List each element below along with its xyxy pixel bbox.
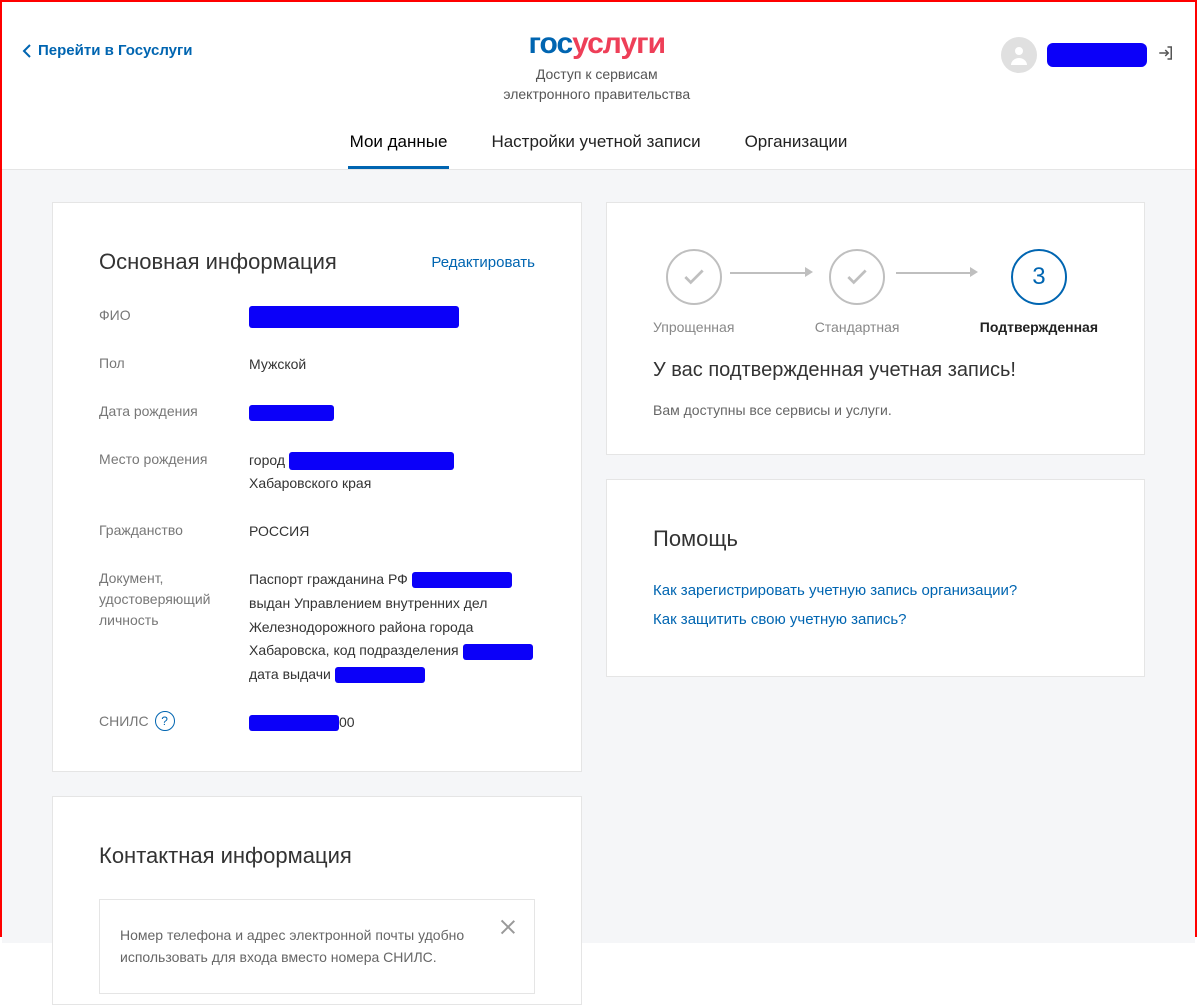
logout-button[interactable] [1157,44,1175,67]
header: Перейти в Госуслуги госуслуги Доступ к с… [2,2,1195,104]
account-level-steps: Упрощенная Стандартная 3 Подтвержденная [653,249,1098,335]
logo-part-gos: гос [528,27,572,60]
contact-info-title: Контактная информация [99,843,535,869]
redacted-dept-code [463,644,533,660]
user-name-redacted[interactable] [1047,43,1147,67]
tabs: Мои данные Настройки учетной записи Орга… [2,132,1195,170]
step-standard-icon [829,249,885,305]
logo: госуслуги [193,27,1002,61]
label-birth-place: Место рождения [99,449,249,470]
chevron-left-icon [22,44,32,58]
redacted-birth-date [249,405,334,421]
tab-organizations[interactable]: Организации [743,132,850,169]
help-links: Как зарегистрировать учетную запись орга… [653,582,1098,628]
logo-block: госуслуги Доступ к сервисам электронного… [193,27,1002,104]
redacted-fio [249,306,459,328]
value-citizenship: РОССИЯ [249,520,535,544]
help-link-protect-account[interactable]: Как защитить свою учетную запись? [653,611,1098,628]
contact-hint-box: Номер телефона и адрес электронной почты… [99,899,535,994]
step-confirmed: 3 Подтвержденная [980,249,1098,335]
status-title: У вас подтвержденная учетная запись! [653,359,1098,382]
row-gender: Пол Мужской [99,353,535,377]
step-simplified: Упрощенная [653,249,734,335]
step-arrow-icon [730,271,818,273]
step-confirmed-icon: 3 [1011,249,1067,305]
row-fio: ФИО [99,305,535,329]
avatar[interactable] [1001,37,1037,73]
step-confirmed-label: Подтвержденная [980,319,1098,335]
card-main-info: Основная информация Редактировать ФИО По… [52,202,582,772]
redacted-birth-place [289,452,454,470]
step-simplified-label: Упрощенная [653,319,734,335]
back-link-label: Перейти в Госуслуги [38,42,193,59]
user-icon [1007,43,1031,67]
logo-tagline: Доступ к сервисам электронного правитель… [193,65,1002,104]
row-birth-place: Место рождения город Хабаровского края [99,449,535,497]
logout-icon [1157,44,1175,62]
check-icon [844,264,870,290]
help-link-register-org[interactable]: Как зарегистрировать учетную запись орга… [653,582,1098,599]
step-simplified-icon [666,249,722,305]
status-subtitle: Вам доступны все сервисы и услуги. [653,402,1098,418]
value-fio [249,305,535,329]
label-snils: СНИЛС ? [99,711,249,732]
column-right: Упрощенная Стандартная 3 Подтвержденная … [606,202,1145,677]
back-to-gosuslugi-link[interactable]: Перейти в Госуслуги [22,27,193,59]
step-standard: Стандартная [815,249,900,335]
help-title: Помощь [653,526,1098,552]
tab-account-settings[interactable]: Настройки учетной записи [489,132,702,169]
label-birth-date: Дата рождения [99,401,249,422]
card-account-status: Упрощенная Стандартная 3 Подтвержденная … [606,202,1145,455]
close-hint-button[interactable] [498,918,516,936]
main-info-title: Основная информация [99,249,337,275]
logo-part-uslugi: услуги [572,27,665,60]
label-citizenship: Гражданство [99,520,249,541]
redacted-passport-num [412,572,512,588]
tab-my-data[interactable]: Мои данные [348,132,450,169]
label-fio: ФИО [99,305,249,326]
row-snils: СНИЛС ? 00 [99,711,535,735]
redacted-snils [249,715,339,731]
value-id-doc: Паспорт гражданина РФ выдан Управлением … [249,568,535,687]
snils-help-icon[interactable]: ? [155,711,175,731]
value-birth-place: город Хабаровского края [249,449,535,497]
row-id-doc: Документ, удостоверяющий личность Паспор… [99,568,535,687]
row-citizenship: Гражданство РОССИЯ [99,520,535,544]
check-icon [681,264,707,290]
column-left: Основная информация Редактировать ФИО По… [52,202,582,1004]
card-contact-info: Контактная информация Номер телефона и а… [52,796,582,1005]
edit-main-info-link[interactable]: Редактировать [431,254,535,271]
contact-hint-text: Номер телефона и адрес электронной почты… [120,927,464,965]
row-birth-date: Дата рождения [99,401,535,425]
value-gender: Мужской [249,353,535,377]
label-gender: Пол [99,353,249,374]
card-help: Помощь Как зарегистрировать учетную запи… [606,479,1145,677]
user-block [1001,27,1175,73]
step-standard-label: Стандартная [815,319,900,335]
value-snils: 00 [249,711,535,735]
content: Основная информация Редактировать ФИО По… [2,170,1195,943]
redacted-issue-date [335,667,425,683]
value-birth-date [249,401,535,425]
label-id-doc: Документ, удостоверяющий личность [99,568,249,631]
step-arrow-icon [896,271,984,273]
